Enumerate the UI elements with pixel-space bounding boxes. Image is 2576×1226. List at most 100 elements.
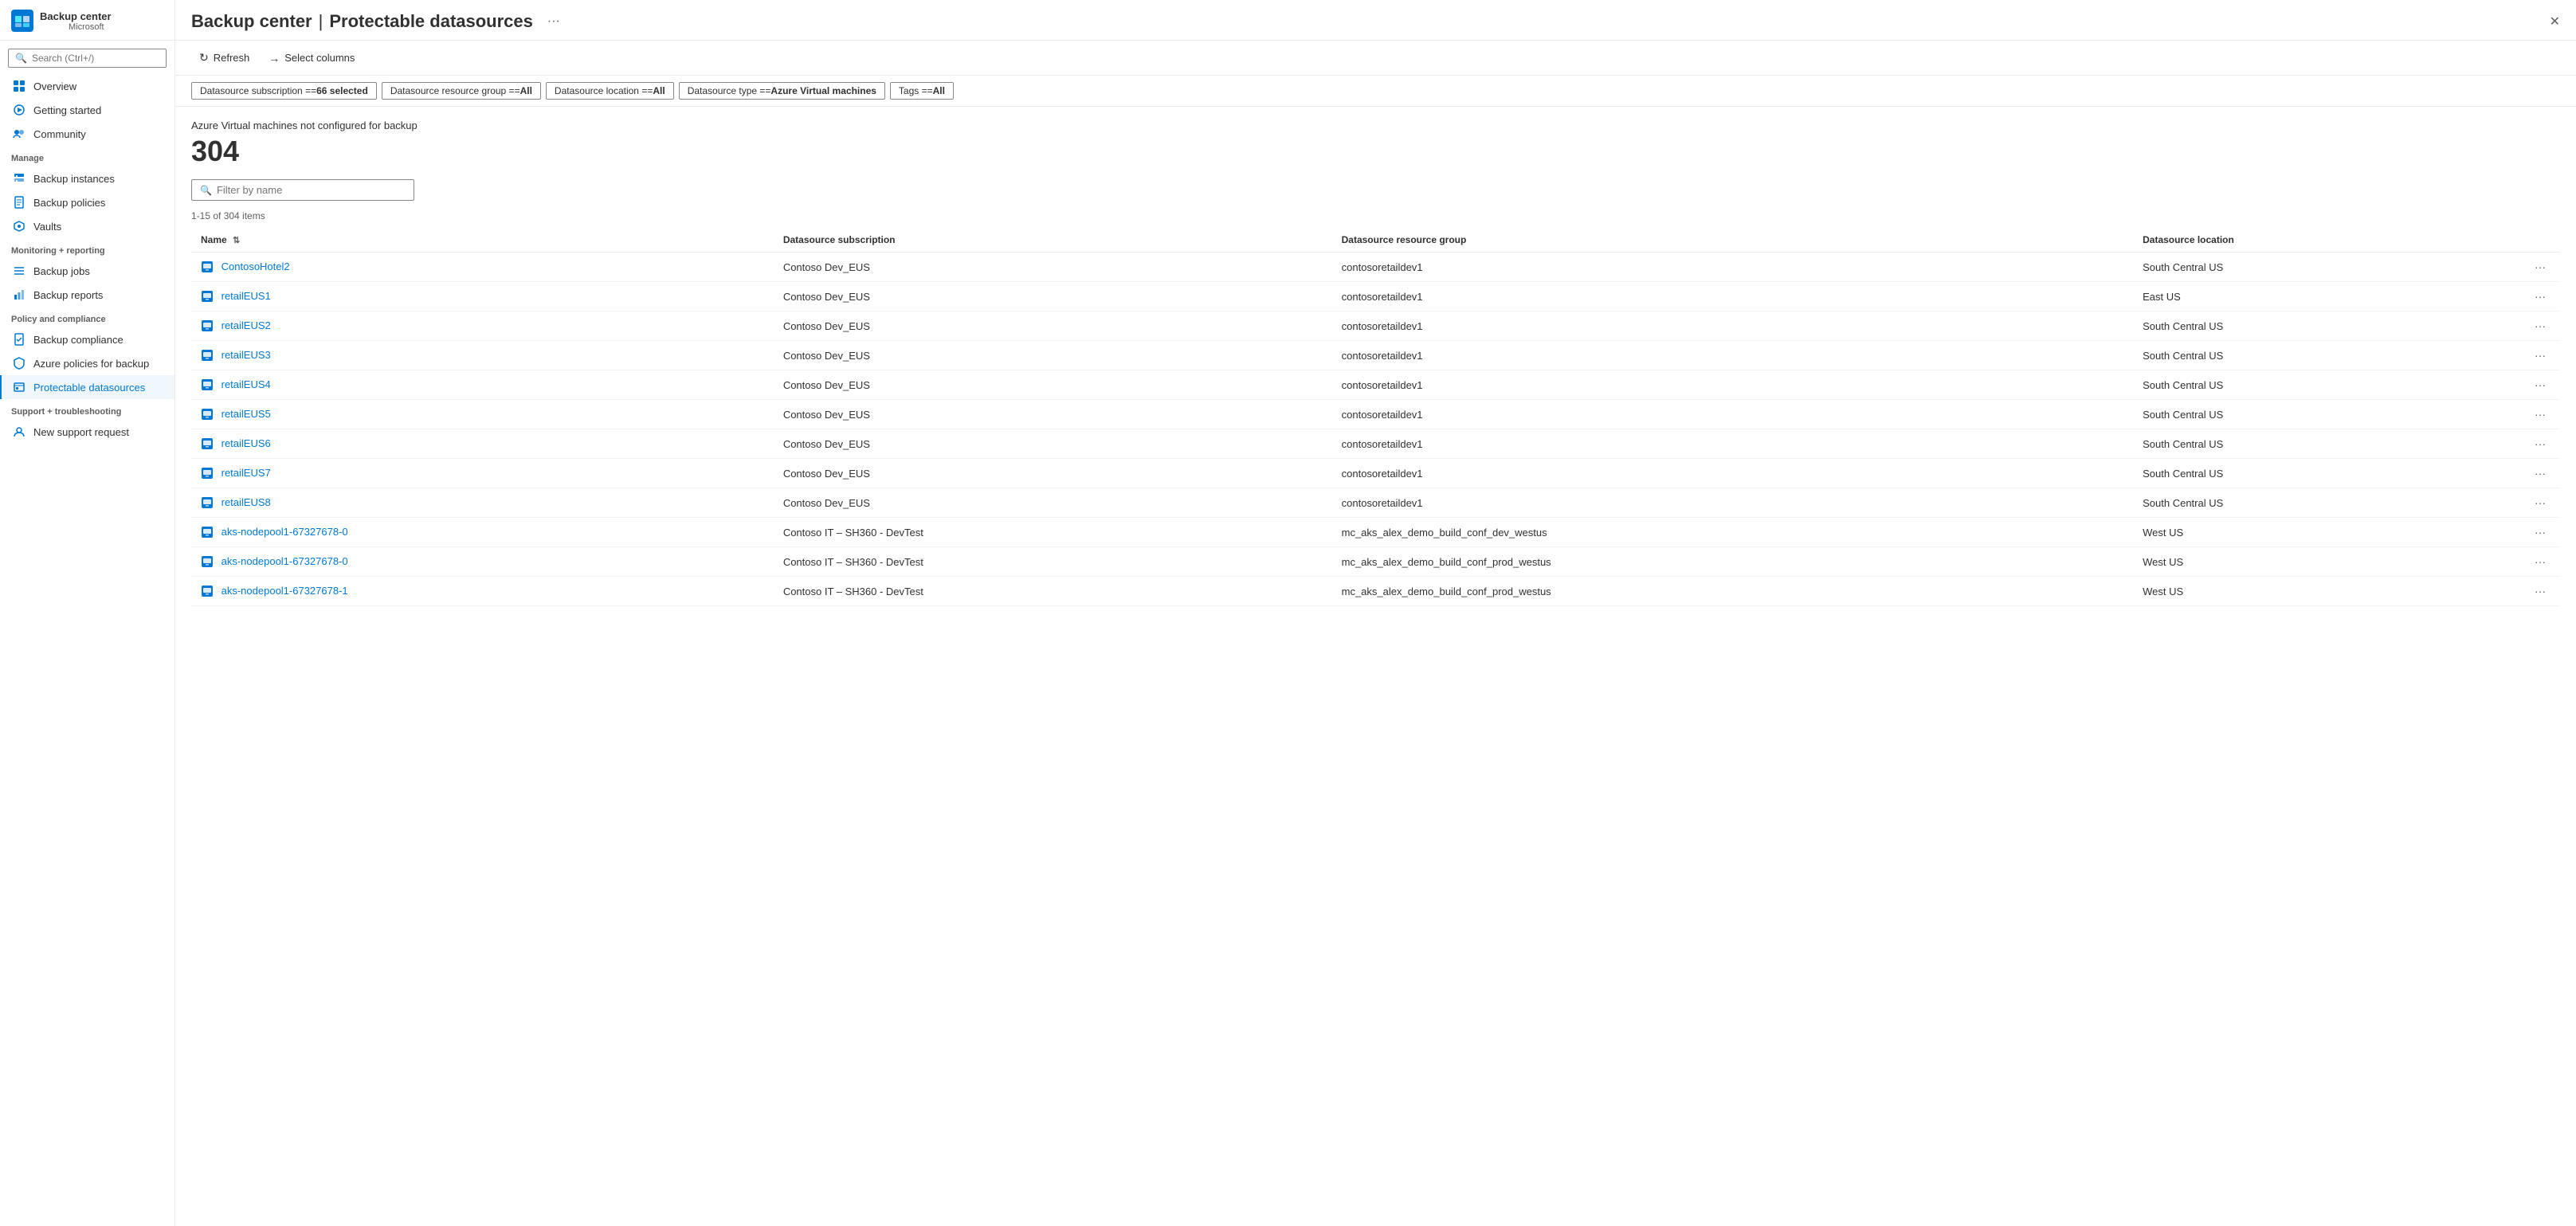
table-row: aks-nodepool1-67327678-1 Contoso IT – SH… — [191, 577, 2560, 606]
cell-location-0: South Central US — [2133, 253, 2520, 282]
cell-resource-group-1: contosoretaildev1 — [1332, 282, 2134, 311]
row-name-0[interactable]: ContosoHotel2 — [222, 260, 290, 272]
filter-bar: Datasource subscription == 66 selected D… — [175, 76, 2576, 107]
vm-row-icon-2 — [201, 319, 214, 332]
cell-name-5: retailEUS5 — [191, 400, 774, 429]
row-name-11[interactable]: aks-nodepool1-67327678-1 — [222, 585, 348, 597]
row-name-6[interactable]: retailEUS6 — [222, 437, 271, 449]
row-name-1[interactable]: retailEUS1 — [222, 290, 271, 302]
row-more-options-9[interactable]: ··· — [2530, 524, 2551, 540]
cell-actions-11[interactable]: ··· — [2520, 577, 2560, 606]
cell-location-5: South Central US — [2133, 400, 2520, 429]
section-manage: Manage — [0, 146, 174, 166]
name-filter-input[interactable] — [217, 184, 406, 196]
row-more-options-3[interactable]: ··· — [2530, 347, 2551, 363]
select-columns-button[interactable]: → Select columns — [261, 48, 363, 69]
filter-chip-location[interactable]: Datasource location == All — [546, 82, 674, 100]
row-name-2[interactable]: retailEUS2 — [222, 319, 271, 331]
cell-name-2: retailEUS2 — [191, 311, 774, 341]
sidebar-item-overview[interactable]: Overview — [0, 74, 174, 98]
row-more-options-11[interactable]: ··· — [2530, 583, 2551, 599]
row-name-3[interactable]: retailEUS3 — [222, 349, 271, 361]
items-count: 1-15 of 304 items — [191, 210, 2560, 221]
row-name-7[interactable]: retailEUS7 — [222, 467, 271, 479]
cell-actions-1[interactable]: ··· — [2520, 282, 2560, 311]
cell-actions-4[interactable]: ··· — [2520, 370, 2560, 400]
backup-jobs-icon — [13, 264, 25, 277]
row-more-options-0[interactable]: ··· — [2530, 259, 2551, 275]
backup-policies-icon — [13, 196, 25, 209]
sidebar-item-backup-jobs[interactable]: Backup jobs — [0, 259, 174, 283]
sidebar-item-getting-started[interactable]: Getting started — [0, 98, 174, 122]
sidebar-header: Backup center Microsoft — [0, 0, 174, 41]
cell-actions-7[interactable]: ··· — [2520, 459, 2560, 488]
community-icon — [13, 127, 25, 140]
cell-actions-6[interactable]: ··· — [2520, 429, 2560, 459]
row-more-options-2[interactable]: ··· — [2530, 318, 2551, 334]
cell-name-6: retailEUS6 — [191, 429, 774, 459]
row-name-10[interactable]: aks-nodepool1-67327678-0 — [222, 555, 348, 567]
row-name-5[interactable]: retailEUS5 — [222, 408, 271, 420]
sidebar-item-backup-instances[interactable]: Backup instances — [0, 166, 174, 190]
new-support-request-label: New support request — [33, 426, 129, 438]
row-more-options-4[interactable]: ··· — [2530, 377, 2551, 393]
table-row: retailEUS1 Contoso Dev_EUS contosoretail… — [191, 282, 2560, 311]
cell-subscription-10: Contoso IT – SH360 - DevTest — [774, 547, 1332, 577]
name-filter-box[interactable]: 🔍 — [191, 179, 414, 201]
search-input[interactable] — [32, 53, 159, 64]
section-policy: Policy and compliance — [0, 307, 174, 327]
cell-subscription-2: Contoso Dev_EUS — [774, 311, 1332, 341]
cell-actions-5[interactable]: ··· — [2520, 400, 2560, 429]
cell-actions-0[interactable]: ··· — [2520, 253, 2560, 282]
table-row: aks-nodepool1-67327678-0 Contoso IT – SH… — [191, 518, 2560, 547]
cell-subscription-4: Contoso Dev_EUS — [774, 370, 1332, 400]
sidebar-item-vaults[interactable]: Vaults — [0, 214, 174, 238]
more-options-icon[interactable]: ··· — [547, 14, 560, 29]
row-more-options-6[interactable]: ··· — [2530, 436, 2551, 452]
sidebar-item-new-support-request[interactable]: New support request — [0, 420, 174, 444]
row-more-options-8[interactable]: ··· — [2530, 495, 2551, 511]
overview-label: Overview — [33, 80, 76, 92]
refresh-icon: ↻ — [199, 51, 209, 65]
row-more-options-5[interactable]: ··· — [2530, 406, 2551, 422]
row-name-4[interactable]: retailEUS4 — [222, 378, 271, 390]
sidebar-item-backup-compliance[interactable]: Backup compliance — [0, 327, 174, 351]
row-more-options-1[interactable]: ··· — [2530, 288, 2551, 304]
app-icon — [11, 10, 33, 32]
cell-resource-group-8: contosoretaildev1 — [1332, 488, 2134, 518]
refresh-button[interactable]: ↻ Refresh — [191, 47, 257, 69]
col-header-name[interactable]: Name ⇅ — [191, 228, 774, 253]
table-row: retailEUS6 Contoso Dev_EUS contosoretail… — [191, 429, 2560, 459]
sidebar-item-protectable-datasources[interactable]: Protectable datasources — [0, 375, 174, 399]
cell-resource-group-11: mc_aks_alex_demo_build_conf_prod_westus — [1332, 577, 2134, 606]
filter-subscription-value: 66 selected — [316, 85, 368, 96]
section-monitoring: Monitoring + reporting — [0, 238, 174, 259]
sidebar-item-backup-policies[interactable]: Backup policies — [0, 190, 174, 214]
row-name-9[interactable]: aks-nodepool1-67327678-0 — [222, 526, 348, 538]
filter-chip-tags[interactable]: Tags == All — [890, 82, 954, 100]
row-more-options-10[interactable]: ··· — [2530, 554, 2551, 570]
sidebar-search-box[interactable]: 🔍 — [8, 49, 167, 68]
vm-row-icon-6 — [201, 437, 214, 450]
sidebar-item-backup-reports[interactable]: Backup reports — [0, 283, 174, 307]
row-name-8[interactable]: retailEUS8 — [222, 496, 271, 508]
cell-actions-8[interactable]: ··· — [2520, 488, 2560, 518]
cell-actions-2[interactable]: ··· — [2520, 311, 2560, 341]
getting-started-label: Getting started — [33, 104, 101, 116]
close-icon[interactable]: ✕ — [2550, 14, 2560, 29]
sidebar-item-community[interactable]: Community — [0, 122, 174, 146]
cell-actions-10[interactable]: ··· — [2520, 547, 2560, 577]
cell-name-11: aks-nodepool1-67327678-1 — [191, 577, 774, 606]
cell-actions-9[interactable]: ··· — [2520, 518, 2560, 547]
row-more-options-7[interactable]: ··· — [2530, 465, 2551, 481]
filter-chip-subscription[interactable]: Datasource subscription == 66 selected — [191, 82, 377, 100]
col-subscription-label: Datasource subscription — [783, 234, 896, 245]
filter-location-label: Datasource location == — [555, 85, 653, 96]
filter-chip-resource-group[interactable]: Datasource resource group == All — [382, 82, 541, 100]
sidebar-item-azure-policies[interactable]: Azure policies for backup — [0, 351, 174, 375]
table-row: ContosoHotel2 Contoso Dev_EUS contosoret… — [191, 253, 2560, 282]
filter-resource-group-label: Datasource resource group == — [390, 85, 520, 96]
filter-chip-type[interactable]: Datasource type == Azure Virtual machine… — [679, 82, 885, 100]
select-columns-label: Select columns — [284, 52, 355, 64]
cell-actions-3[interactable]: ··· — [2520, 341, 2560, 370]
